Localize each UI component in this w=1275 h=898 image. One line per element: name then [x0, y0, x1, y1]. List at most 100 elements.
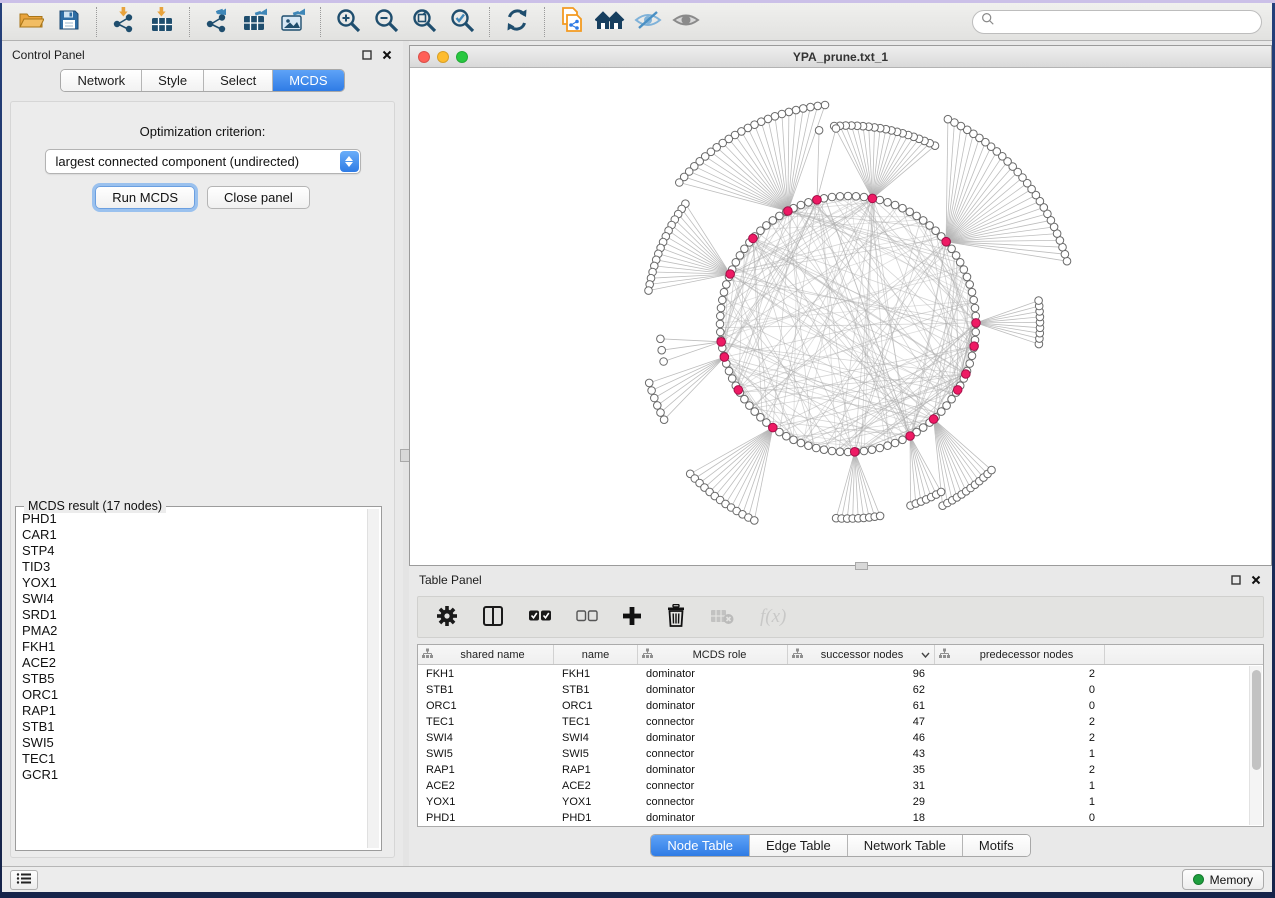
table-cell[interactable]: connector — [638, 794, 788, 810]
table-cell[interactable]: 46 — [788, 730, 935, 746]
export-image-button[interactable] — [274, 6, 312, 38]
network-node[interactable] — [645, 287, 653, 295]
table-cell[interactable]: 0 — [935, 698, 1105, 714]
network-node[interactable] — [868, 446, 876, 454]
mcds-result-item[interactable]: RAP1 — [22, 703, 365, 719]
network-node[interactable] — [876, 444, 884, 452]
network-node[interactable] — [654, 402, 662, 410]
table-cell[interactable]: YOX1 — [418, 794, 554, 810]
table-cell[interactable]: ORC1 — [418, 698, 554, 714]
network-node[interactable] — [660, 416, 668, 424]
table-cell[interactable]: SWI5 — [418, 746, 554, 762]
table-cell[interactable]: dominator — [638, 666, 788, 682]
export-table-button[interactable] — [236, 6, 274, 38]
apply-layout-button[interactable] — [498, 6, 536, 38]
network-node[interactable] — [783, 432, 791, 440]
network-node[interactable] — [966, 360, 974, 368]
zoom-in-button[interactable] — [329, 6, 367, 38]
network-node[interactable] — [919, 424, 927, 432]
horizontal-splitter-handle[interactable] — [855, 562, 868, 570]
dominator-node[interactable] — [962, 370, 971, 379]
tab-mcds[interactable]: MCDS — [273, 70, 343, 91]
network-node[interactable] — [948, 395, 956, 403]
table-cell[interactable]: ACE2 — [418, 778, 554, 794]
table-cell[interactable]: 35 — [788, 762, 935, 778]
network-node[interactable] — [805, 199, 813, 207]
optimization-criterion-select[interactable]: largest connected component (undirected) — [45, 149, 361, 174]
mcds-result-item[interactable]: YOX1 — [22, 575, 365, 591]
dominator-node[interactable] — [717, 338, 726, 347]
table-cell[interactable]: SWI4 — [418, 730, 554, 746]
network-node[interactable] — [828, 447, 836, 455]
mcds-result-list[interactable]: PHD1CAR1STP4TID3YOX1SWI4SRD1PMA2FKH1ACE2… — [22, 511, 365, 848]
mcds-result-item[interactable]: STB5 — [22, 671, 365, 687]
mcds-result-item[interactable]: TEC1 — [22, 751, 365, 767]
mcds-result-item[interactable]: ACE2 — [22, 655, 365, 671]
table-cell[interactable]: SWI4 — [554, 730, 638, 746]
network-node[interactable] — [966, 281, 974, 289]
network-node[interactable] — [828, 193, 836, 201]
network-node[interactable] — [717, 312, 725, 320]
table-row[interactable]: PHD1PHD1dominator180 — [418, 810, 1249, 826]
network-node[interactable] — [723, 281, 731, 289]
network-node[interactable] — [797, 439, 805, 447]
column-header-MCDS-role[interactable]: MCDS role — [638, 645, 788, 664]
network-node[interactable] — [657, 335, 665, 343]
table-cell[interactable]: 1 — [935, 778, 1105, 794]
add-column-button[interactable] — [622, 606, 642, 629]
network-node[interactable] — [852, 193, 860, 201]
network-node[interactable] — [944, 115, 952, 123]
network-node[interactable] — [1063, 257, 1071, 265]
network-node[interactable] — [926, 222, 934, 230]
tab-network[interactable]: Network — [61, 70, 142, 91]
network-canvas[interactable] — [410, 68, 1271, 565]
table-cell[interactable]: YOX1 — [554, 794, 638, 810]
network-search-box[interactable] — [972, 10, 1262, 34]
network-node[interactable] — [836, 193, 844, 201]
table-cell[interactable]: 47 — [788, 714, 935, 730]
table-cell[interactable]: 18 — [788, 810, 935, 826]
network-node[interactable] — [937, 488, 945, 496]
network-node[interactable] — [968, 352, 976, 360]
table-cell[interactable]: STB1 — [418, 682, 554, 698]
table-cell[interactable]: TEC1 — [418, 714, 554, 730]
network-node[interactable] — [836, 448, 844, 456]
network-node[interactable] — [725, 367, 733, 375]
table-row[interactable]: TEC1TEC1connector472 — [418, 714, 1249, 730]
table-row[interactable]: ACE2ACE2connector311 — [418, 778, 1249, 794]
table-cell[interactable]: dominator — [638, 698, 788, 714]
table-cell[interactable]: 2 — [935, 730, 1105, 746]
network-node[interactable] — [769, 217, 777, 225]
zoom-out-button[interactable] — [367, 6, 405, 38]
network-node[interactable] — [728, 375, 736, 383]
network-node[interactable] — [821, 101, 829, 109]
table-cell[interactable]: FKH1 — [554, 666, 638, 682]
table-cell[interactable]: ORC1 — [554, 698, 638, 714]
table-cell[interactable]: PHD1 — [418, 810, 554, 826]
network-node[interactable] — [860, 193, 868, 201]
network-node[interactable] — [814, 102, 822, 110]
export-network-button[interactable] — [198, 6, 236, 38]
mcds-result-item[interactable]: ORC1 — [22, 687, 365, 703]
show-all-button[interactable] — [667, 6, 705, 38]
table-cell[interactable]: 2 — [935, 762, 1105, 778]
network-node[interactable] — [776, 212, 784, 220]
mcds-result-item[interactable]: TID3 — [22, 559, 365, 575]
table-cell[interactable]: 62 — [788, 682, 935, 698]
table-cell[interactable]: 0 — [935, 810, 1105, 826]
tab-style[interactable]: Style — [142, 70, 204, 91]
network-node[interactable] — [660, 358, 668, 366]
network-node[interactable] — [948, 245, 956, 253]
dominator-node[interactable] — [813, 196, 822, 205]
table-cell[interactable]: connector — [638, 746, 788, 762]
network-graph[interactable] — [410, 68, 1271, 565]
network-node[interactable] — [972, 328, 980, 336]
table-cell[interactable]: RAP1 — [418, 762, 554, 778]
close-panel-button-mcds[interactable]: Close panel — [207, 186, 310, 209]
network-node[interactable] — [919, 217, 927, 225]
first-neighbors-button[interactable] — [591, 6, 629, 38]
network-node[interactable] — [785, 108, 793, 116]
save-session-button[interactable] — [50, 6, 88, 38]
table-cell[interactable]: SWI5 — [554, 746, 638, 762]
mcds-result-item[interactable]: STP4 — [22, 543, 365, 559]
